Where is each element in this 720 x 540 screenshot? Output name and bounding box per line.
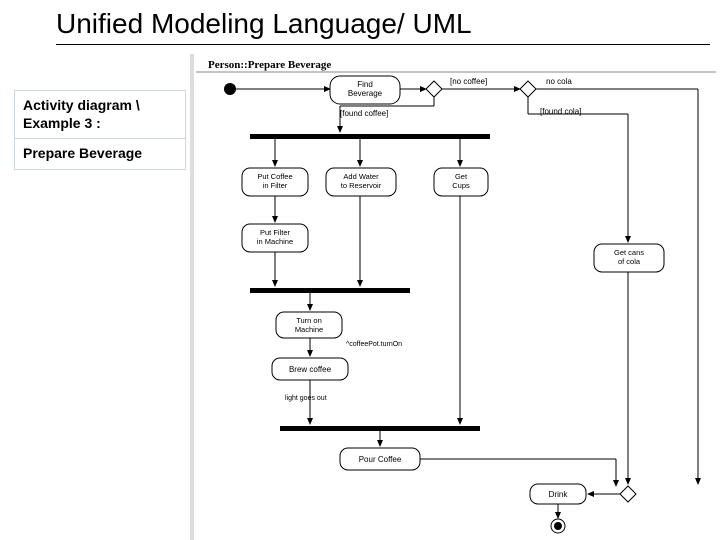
label-coffee-turn-on: ^coffeePot.turnOn bbox=[346, 341, 402, 348]
fork-bar-icon bbox=[250, 134, 490, 139]
example-label-box: Activity diagram \ Example 3 : Prepare B… bbox=[14, 90, 186, 170]
guard-no-cola: no cola bbox=[546, 77, 572, 86]
guard-found-cola: [found cola] bbox=[540, 107, 581, 116]
node-add-water-label: Add Waterto Reservoir bbox=[341, 172, 382, 190]
node-put-filter-label: Put Filterin Machine bbox=[257, 228, 293, 246]
final-node-inner-icon bbox=[554, 522, 562, 530]
merge-diamond-icon bbox=[620, 486, 636, 502]
join-bar-2-icon bbox=[280, 426, 480, 431]
node-turn-on-label: Turn onMachine bbox=[295, 316, 323, 334]
guard-found-coffee: [found coffee] bbox=[340, 109, 388, 118]
guard-no-coffee: [no coffee] bbox=[450, 77, 487, 86]
diagram-stage: Person::Prepare Beverage FindBeverage [n… bbox=[190, 54, 720, 540]
swimlane-header: Person::Prepare Beverage bbox=[208, 59, 331, 71]
example-label-line1: Activity diagram \ bbox=[23, 97, 140, 113]
label-light-out: light goes out bbox=[285, 395, 327, 402]
example-label-line3: Prepare Beverage bbox=[15, 139, 185, 169]
example-label-line2: Example 3 : bbox=[23, 115, 101, 131]
page-title: Unified Modeling Language/ UML bbox=[0, 0, 720, 44]
decision2-diamond-icon bbox=[520, 81, 536, 97]
decision-diamond-icon bbox=[426, 81, 442, 97]
initial-node-icon bbox=[224, 83, 236, 95]
node-drink-label: Drink bbox=[549, 490, 569, 499]
node-brew-label: Brew coffee bbox=[289, 365, 332, 374]
title-underline bbox=[56, 44, 710, 45]
join-bar-1-icon bbox=[250, 288, 410, 293]
node-get-cans-label: Get cansof cola bbox=[614, 248, 644, 266]
activity-diagram-svg: Person::Prepare Beverage FindBeverage [n… bbox=[190, 54, 720, 540]
node-pour-label: Pour Coffee bbox=[359, 455, 402, 464]
